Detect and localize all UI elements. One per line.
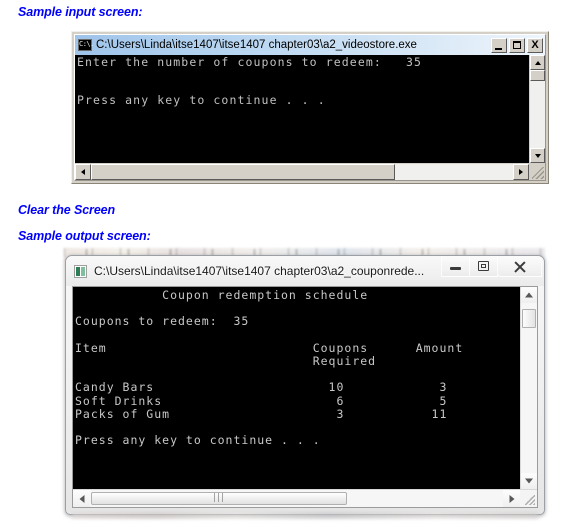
scroll-up-button[interactable] (530, 55, 545, 70)
scroll-right-button[interactable] (503, 490, 520, 507)
window-body: Enter the number of coupons to redeem: 3… (75, 55, 545, 180)
caption-clear-the-screen: Clear the Screen (18, 203, 116, 217)
caption-sample-output-screen: Sample output screen: (18, 229, 151, 243)
minimize-button[interactable] (441, 256, 470, 277)
console-icon (74, 264, 87, 278)
scroll-right-button[interactable] (513, 164, 529, 180)
resize-grip[interactable] (529, 164, 545, 180)
console-window-input[interactable]: C:\Users\Linda\itse1407\itse1407 chapter… (71, 31, 549, 184)
vertical-scroll-track[interactable] (530, 81, 545, 148)
minimize-button[interactable] (491, 37, 507, 53)
scroll-thumb-grip: ||| (212, 493, 226, 503)
horizontal-scroll-track[interactable]: ||| (90, 490, 503, 507)
scroll-down-button[interactable] (521, 473, 537, 489)
close-button[interactable]: X (527, 37, 543, 53)
restore-button[interactable] (469, 256, 498, 277)
close-button[interactable] (497, 256, 542, 277)
background-decoration-bottom (72, 512, 538, 519)
scroll-left-button[interactable] (73, 490, 90, 507)
window-title-output: C:\Users\Linda\itse1407\itse1407 chapter… (94, 264, 425, 278)
horizontal-scrollbar[interactable] (75, 163, 545, 180)
vertical-scrollbar[interactable] (520, 287, 537, 489)
scroll-down-button[interactable] (530, 148, 545, 163)
horizontal-scroll-track[interactable] (91, 164, 513, 180)
vertical-scroll-thumb[interactable] (522, 309, 536, 328)
maximize-button[interactable] (509, 37, 525, 53)
console-output-input-window: Enter the number of coupons to redeem: 3… (75, 55, 529, 163)
window-controls (441, 256, 542, 277)
vertical-scrollbar[interactable] (529, 55, 545, 163)
console-icon (78, 38, 94, 51)
resize-grip[interactable] (520, 490, 537, 507)
window-frame: C:\Users\Linda\itse1407\itse1407 chapter… (74, 34, 546, 181)
console-window-output[interactable]: C:\Users\Linda\itse1407\itse1407 chapter… (65, 255, 545, 515)
window-controls: X (491, 37, 543, 53)
scroll-up-button[interactable] (521, 287, 537, 303)
horizontal-scroll-thumb[interactable] (91, 164, 395, 180)
titlebar-input-window[interactable]: C:\Users\Linda\itse1407\itse1407 chapter… (75, 35, 545, 55)
caption-sample-input-screen: Sample input screen: (18, 5, 143, 19)
horizontal-scroll-thumb[interactable]: ||| (91, 492, 348, 505)
window-title-input: C:\Users\Linda\itse1407\itse1407 chapter… (96, 39, 417, 51)
scroll-left-button[interactable] (75, 164, 91, 180)
window-client-area: Coupon redemption schedule Coupons to re… (72, 286, 538, 508)
horizontal-scrollbar[interactable]: ||| (73, 489, 537, 507)
vertical-scroll-track[interactable] (521, 303, 537, 473)
vertical-scroll-thumb[interactable] (530, 70, 545, 81)
console-output-output-window: Coupon redemption schedule Coupons to re… (73, 287, 520, 489)
titlebar-output-window[interactable]: C:\Users\Linda\itse1407\itse1407 chapter… (66, 256, 544, 286)
